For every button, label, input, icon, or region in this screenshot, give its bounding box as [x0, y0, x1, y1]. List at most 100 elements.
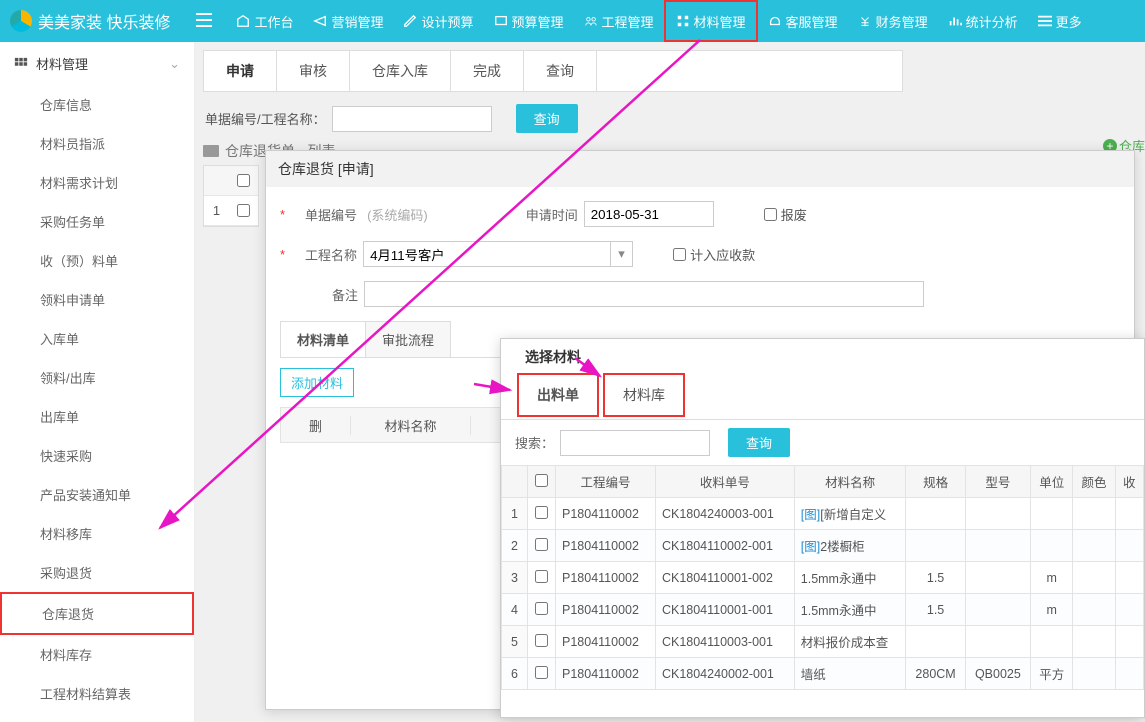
cell-unit: m [1031, 594, 1073, 626]
chevron-down-icon[interactable]: ▾ [611, 241, 633, 267]
nav-finance[interactable]: 财务管理 [848, 0, 938, 42]
nav-materials[interactable]: 材料管理 [664, 0, 758, 42]
sidebar-item-requisition[interactable]: 领料申请单 [0, 280, 194, 319]
tab-inbound[interactable]: 仓库入库 [350, 51, 451, 91]
sidebar-item-supplier-detail[interactable]: 供货商采购明细 [0, 713, 194, 722]
sidebar-item-material-assign[interactable]: 材料员指派 [0, 124, 194, 163]
sidebar-item-outbound-slip[interactable]: 出库单 [0, 397, 194, 436]
table-row[interactable]: 3 P1804110002 CK1804110001-002 1.5mm永通中 … [502, 562, 1144, 594]
subtab-material-list[interactable]: 材料清单 [280, 321, 366, 357]
sidebar-section-header[interactable]: 材料管理 ⌄ [0, 42, 194, 85]
cell-unit [1031, 498, 1073, 530]
remark-input[interactable] [364, 281, 924, 307]
select-all-checkbox[interactable] [237, 174, 250, 187]
sidebar-item-warehouse-info[interactable]: 仓库信息 [0, 85, 194, 124]
proj-combo[interactable]: ▾ [363, 241, 633, 267]
nav-stats[interactable]: 统计分析 [938, 0, 1028, 42]
col-index [502, 466, 528, 498]
table-row[interactable]: 2 P1804110002 CK1804110002-001 [图]2楼橱柜 [502, 530, 1144, 562]
cell-model [965, 530, 1030, 562]
row-checkbox[interactable] [237, 204, 250, 217]
nav-design[interactable]: 设计预算 [393, 0, 483, 42]
cell-spec: 1.5 [906, 562, 965, 594]
select-all-materials[interactable] [535, 474, 548, 487]
apply-time-label: 申请时间 [508, 205, 578, 224]
table-row[interactable]: 6 P1804110002 CK1804240002-001 墙纸 280CM … [502, 658, 1144, 690]
receivable-checkbox[interactable] [673, 248, 686, 261]
filter-input[interactable] [332, 106, 492, 132]
cell-color [1073, 658, 1115, 690]
cell-name: [图][新增自定义 [794, 498, 906, 530]
tab-material-lib[interactable]: 材料库 [603, 373, 685, 417]
sidebar-item-material-demand[interactable]: 材料需求计划 [0, 163, 194, 202]
col-mat-name: 材料名称 [794, 466, 906, 498]
select-material-dialog: 选择材料 出料单 材料库 搜索： 查询 工程编号 收料单号 材料名称 规格 型号… [500, 338, 1145, 718]
cell-proj: P1804110002 [556, 530, 656, 562]
sidebar-item-inbound[interactable]: 入库单 [0, 319, 194, 358]
nav-project[interactable]: 工程管理 [574, 0, 664, 42]
sidebar-item-settlement[interactable]: 工程材料结算表 [0, 674, 194, 713]
row-checkbox[interactable] [535, 602, 548, 615]
table-row[interactable]: 4 P1804110002 CK1804110001-001 1.5mm永通中 … [502, 594, 1144, 626]
cell-name: 1.5mm永通中 [794, 594, 906, 626]
col-recv: 收 [1115, 466, 1143, 498]
discard-checkbox[interactable] [764, 208, 777, 221]
image-link[interactable]: [图] [801, 508, 820, 522]
filter-query-button[interactable]: 查询 [516, 104, 578, 133]
cell-proj: P1804110002 [556, 498, 656, 530]
row-checkbox[interactable] [535, 570, 548, 583]
proj-input[interactable] [363, 241, 611, 267]
add-material-button[interactable]: 添加材料 [280, 368, 354, 397]
row-checkbox[interactable] [535, 538, 548, 551]
cell-recv [1115, 594, 1143, 626]
cell-proj: P1804110002 [556, 658, 656, 690]
cell-proj: P1804110002 [556, 562, 656, 594]
tab-review[interactable]: 审核 [277, 51, 350, 91]
sidebar-item-inventory[interactable]: 材料库存 [0, 635, 194, 674]
nav-workbench[interactable]: 工作台 [226, 0, 303, 42]
apply-time-input[interactable] [584, 201, 714, 227]
nav-marketing[interactable]: 营销管理 [303, 0, 393, 42]
tab-query[interactable]: 查询 [524, 51, 597, 91]
discard-label: 报废 [781, 205, 807, 224]
table-row[interactable]: 5 P1804110002 CK1804110003-001 材料报价成本查 [502, 626, 1144, 658]
row-checkbox[interactable] [535, 634, 548, 647]
nav-project-label: 工程管理 [602, 12, 654, 31]
subtab-approval[interactable]: 审批流程 [365, 321, 451, 357]
material-search-input[interactable] [560, 430, 710, 456]
grid-icon [14, 57, 28, 71]
status-tabs: 申请 审核 仓库入库 完成 查询 [203, 50, 903, 92]
nav-service[interactable]: 客服管理 [758, 0, 848, 42]
doc-no-note: (系统编码) [367, 205, 428, 224]
sidebar-item-quick-purchase[interactable]: 快速采购 [0, 436, 194, 475]
cell-slip: CK1804110002-001 [655, 530, 794, 562]
sidebar-item-material-transfer[interactable]: 材料移库 [0, 514, 194, 553]
filter-bar: 单据编号/工程名称： 查询 [203, 92, 1145, 141]
table-row[interactable]: 1 P1804110002 CK1804240003-001 [图][新增自定义 [502, 498, 1144, 530]
nav-budget[interactable]: 预算管理 [484, 0, 574, 42]
cell-name: 材料报价成本查 [794, 626, 906, 658]
cell-model [965, 498, 1030, 530]
cell-spec: 1.5 [906, 594, 965, 626]
sidebar-item-outbound[interactable]: 领料/出库 [0, 358, 194, 397]
row-checkbox[interactable] [535, 666, 548, 679]
row-checkbox[interactable] [535, 506, 548, 519]
proj-label: 工程名称 [287, 245, 357, 264]
nav-more[interactable]: 更多 [1028, 0, 1092, 42]
tab-apply[interactable]: 申请 [204, 51, 277, 91]
cell-unit [1031, 626, 1073, 658]
tab-outbound-slip[interactable]: 出料单 [517, 373, 599, 417]
cell-recv [1115, 562, 1143, 594]
sidebar-item-receive-slip[interactable]: 收（预）料单 [0, 241, 194, 280]
sidebar-item-warehouse-return[interactable]: 仓库退货 [0, 592, 194, 635]
menu-toggle-icon[interactable] [196, 13, 212, 30]
image-link[interactable]: [图] [801, 540, 820, 554]
cell-spec [906, 626, 965, 658]
sidebar-item-purchase-return[interactable]: 采购退货 [0, 553, 194, 592]
search-label: 搜索： [515, 433, 554, 452]
sidebar-item-purchase-task[interactable]: 采购任务单 [0, 202, 194, 241]
material-query-button[interactable]: 查询 [728, 428, 790, 457]
row-index: 2 [502, 530, 528, 562]
sidebar-item-install-notice[interactable]: 产品安装通知单 [0, 475, 194, 514]
tab-done[interactable]: 完成 [451, 51, 524, 91]
